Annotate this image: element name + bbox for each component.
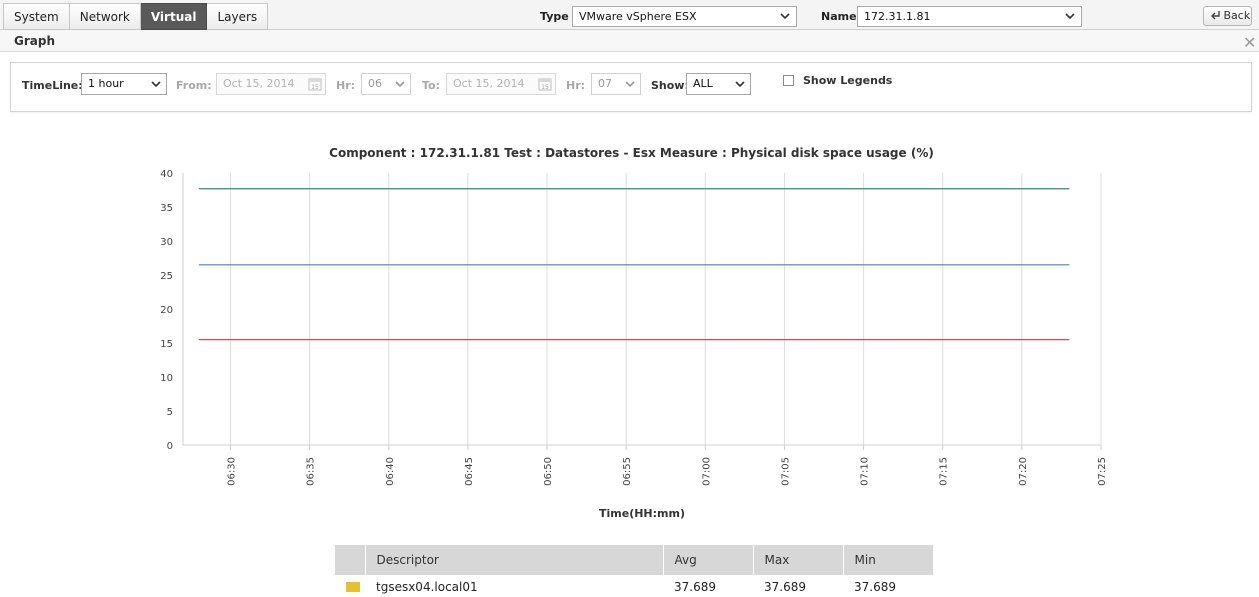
x-tick-label: 06:30 <box>226 457 237 486</box>
row-max: 37.689 <box>753 575 843 597</box>
x-tick-label: 07:10 <box>860 457 871 486</box>
y-tick-label: 20 <box>160 305 173 316</box>
header-descriptor: Descriptor <box>365 545 664 575</box>
name-select[interactable]: 172.31.1.81 <box>857 6 1082 27</box>
to-hour-value: 07 <box>598 77 612 90</box>
show-select[interactable]: ALL <box>686 73 751 95</box>
from-hour-label: Hr: <box>336 79 356 92</box>
to-hour-label: Hr: <box>566 79 586 92</box>
x-tick-label: 06:45 <box>464 457 475 486</box>
x-axis-title: Time(HH:mm) <box>599 507 685 520</box>
chevron-down-icon <box>1065 13 1075 20</box>
back-arrow-icon <box>1211 11 1220 20</box>
show-select-value: ALL <box>693 77 713 90</box>
calendar-icon-day: 15 <box>311 84 319 91</box>
x-tick-label: 07:15 <box>939 457 950 486</box>
x-tick-label: 07:00 <box>701 457 712 486</box>
y-tick-label: 10 <box>160 373 173 384</box>
show-legends-label: Show Legends <box>803 74 893 87</box>
y-tick-label: 0 <box>167 441 173 452</box>
top-toolbar: System Network Virtual Layers Type VMwar… <box>0 0 1259 30</box>
x-tick-label: 07:25 <box>1097 457 1108 486</box>
back-button[interactable]: Back <box>1203 6 1252 26</box>
row-descriptor: tgsesx04.local01 <box>365 575 663 597</box>
x-tick-label: 06:35 <box>306 457 317 486</box>
from-date-field[interactable]: Oct 15, 2014 15 <box>216 73 326 95</box>
calendar-icon[interactable]: 15 <box>538 77 552 91</box>
to-date-field[interactable]: Oct 15, 2014 15 <box>446 73 556 95</box>
from-label: From: <box>176 79 212 92</box>
close-icon[interactable]: ✕ <box>1243 33 1256 52</box>
panel-title: Graph <box>14 34 55 48</box>
type-label: Type <box>540 10 569 23</box>
calendar-icon[interactable]: 15 <box>308 77 322 91</box>
to-date-value: Oct 15, 2014 <box>453 77 525 90</box>
tab-layers[interactable]: Layers <box>207 3 269 30</box>
timeline-select-value: 1 hour <box>88 77 124 90</box>
from-hour-value: 06 <box>368 77 382 90</box>
row-color-cell <box>335 575 365 597</box>
series-color-swatch <box>346 581 360 592</box>
x-tick-label: 06:55 <box>622 457 633 486</box>
to-label: To: <box>422 79 440 92</box>
back-button-label: Back <box>1223 9 1251 22</box>
show-label: Show: <box>651 79 689 92</box>
row-min: 37.689 <box>843 575 934 597</box>
chevron-down-icon <box>780 13 790 20</box>
chevron-down-icon <box>735 81 745 88</box>
tab-network[interactable]: Network <box>69 3 141 30</box>
calendar-icon-day: 15 <box>541 84 549 91</box>
x-tick-label: 06:50 <box>543 457 554 486</box>
x-tick-label: 06:40 <box>385 457 396 486</box>
table-row[interactable]: tgsesx04.local01 37.689 37.689 37.689 <box>335 575 934 597</box>
type-select-value: VMware vSphere ESX <box>579 10 697 23</box>
x-tick-label: 07:20 <box>1018 457 1029 486</box>
header-max: Max <box>753 545 844 575</box>
tab-virtual[interactable]: Virtual <box>140 3 208 30</box>
line-chart: 0 5 10 15 20 25 30 35 40 06:30 06:35 06:40 06:45 06:5… <box>160 169 1108 486</box>
header-min: Min <box>843 545 934 575</box>
x-tick-label: 07:05 <box>780 457 791 486</box>
header-color <box>335 545 366 575</box>
graph-panel-header: Graph ✕ <box>0 30 1259 52</box>
y-tick-label: 40 <box>160 169 173 180</box>
row-avg: 37.689 <box>663 575 753 597</box>
show-legends-checkbox[interactable] <box>783 75 794 86</box>
tab-system[interactable]: System <box>3 3 70 30</box>
y-tick-label: 25 <box>160 271 173 282</box>
y-tick-label: 5 <box>167 407 173 418</box>
chevron-down-icon <box>625 81 635 88</box>
chart-title: Component : 172.31.1.81 Test : Datastore… <box>329 146 934 160</box>
chevron-down-icon <box>151 81 161 88</box>
name-label: Name <box>821 10 857 23</box>
category-tabs: System Network Virtual Layers <box>3 3 269 30</box>
y-tick-label: 35 <box>160 203 173 214</box>
legend-table-header: Descriptor Avg Max Min <box>335 545 934 575</box>
type-select[interactable]: VMware vSphere ESX <box>572 6 797 27</box>
y-tick-label: 30 <box>160 237 173 248</box>
header-avg: Avg <box>663 545 754 575</box>
timeline-select[interactable]: 1 hour <box>81 73 167 95</box>
chevron-down-icon <box>395 81 405 88</box>
timeline-label: TimeLine: <box>22 79 83 92</box>
name-select-value: 172.31.1.81 <box>864 10 931 23</box>
legend-table: Descriptor Avg Max Min tgsesx04.local01 … <box>335 545 934 597</box>
timeline-controls: TimeLine: 1 hour From: Oct 15, 2014 15 H… <box>10 62 1252 112</box>
from-hour-select[interactable]: 06 <box>361 73 411 95</box>
from-date-value: Oct 15, 2014 <box>223 77 295 90</box>
y-tick-label: 15 <box>160 339 173 350</box>
to-hour-select[interactable]: 07 <box>591 73 641 95</box>
